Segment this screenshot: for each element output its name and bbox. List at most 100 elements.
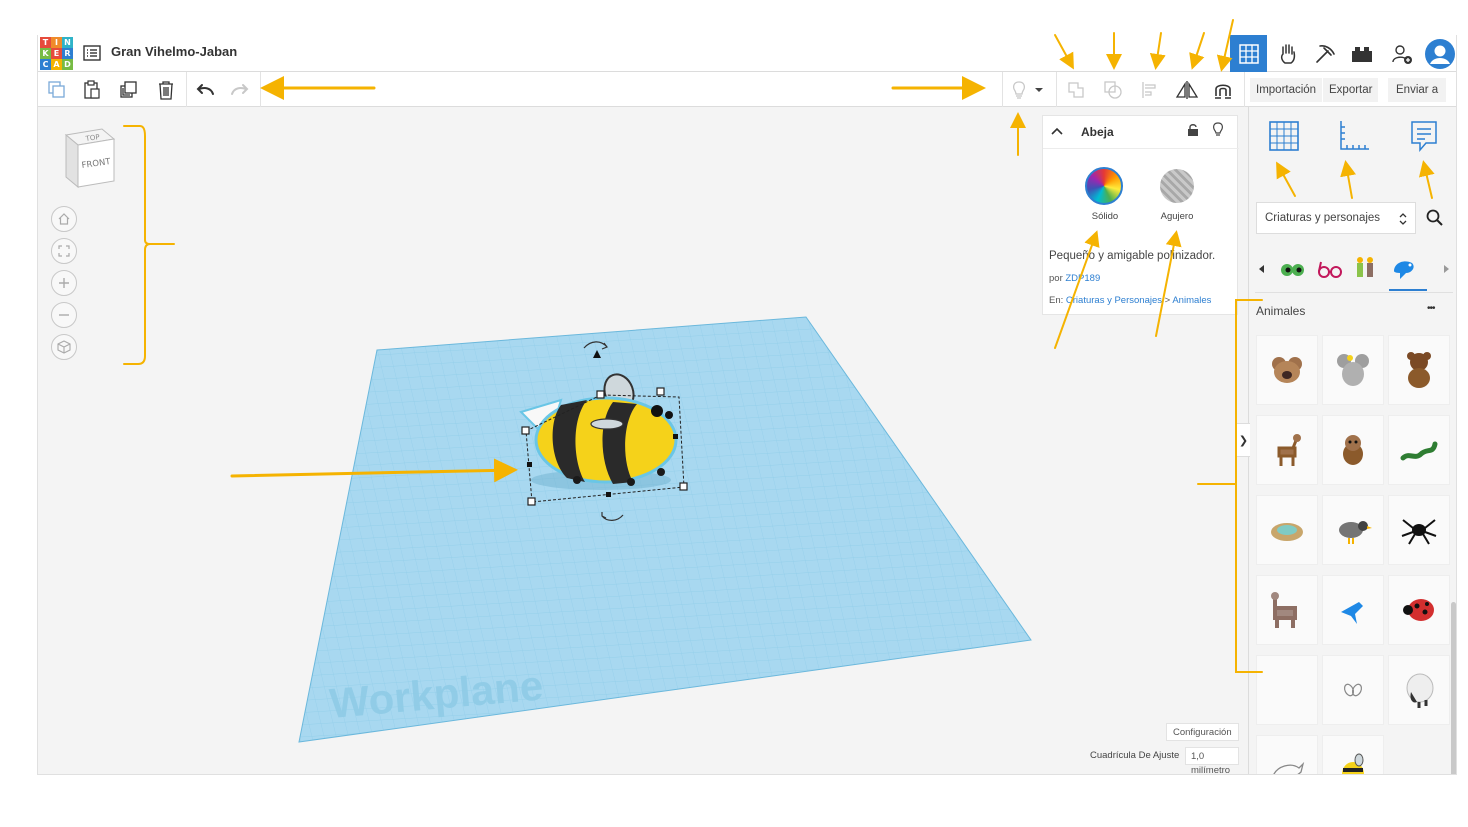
nav-3d-design[interactable]	[1230, 35, 1267, 72]
shape-tile-empty[interactable]	[1256, 655, 1318, 725]
more-options-icon[interactable]: •••	[1427, 303, 1435, 314]
show-all-button[interactable]	[1004, 76, 1034, 104]
undo-icon	[196, 84, 214, 95]
search-icon	[1426, 209, 1443, 226]
logo-letter: K	[40, 48, 51, 59]
delete-button[interactable]	[151, 76, 181, 104]
shape-tile-blue-bird[interactable]	[1322, 575, 1384, 645]
settings-button[interactable]: Configuración	[1166, 723, 1239, 741]
shape-name[interactable]: Abeja	[1081, 125, 1114, 139]
mirror-button[interactable]	[1172, 76, 1202, 104]
design-list-icon[interactable]	[83, 45, 101, 61]
copy-button[interactable]	[42, 76, 72, 104]
shape-tile-nest[interactable]	[1256, 495, 1318, 565]
snap-unit: milímetro	[1191, 765, 1231, 775]
snap-grid-label: Cuadrícula De Ajuste	[1090, 750, 1180, 761]
logo-letter: C	[40, 59, 51, 70]
solid-label[interactable]: Sólido	[1083, 211, 1127, 222]
shape-tile-llama[interactable]	[1256, 575, 1318, 645]
cruise-button[interactable]	[1208, 76, 1238, 104]
lock-icon[interactable]	[1187, 123, 1199, 137]
updown-chevron-icon	[1399, 213, 1407, 225]
animals-tab-icon[interactable]	[1390, 255, 1418, 283]
chevron-up-icon[interactable]	[1051, 127, 1063, 135]
snap-grid-select[interactable]: 1,0	[1185, 747, 1239, 765]
app-window: T I N K E R C A D Gran Vihelmo-Jaban Imp…	[37, 35, 1457, 775]
logo-letter: N	[62, 37, 73, 48]
nav-circuits[interactable]	[1269, 35, 1306, 72]
add-user-icon	[1391, 44, 1412, 64]
people-tab-icon[interactable]	[1353, 255, 1379, 283]
duplicate-icon	[120, 81, 137, 98]
shape-tile-dog[interactable]	[1322, 415, 1384, 485]
dropdown-icon	[1035, 88, 1043, 92]
align-button[interactable]	[1135, 76, 1165, 104]
shape-tile-sheep[interactable]	[1388, 655, 1450, 725]
shape-tile-wings[interactable]	[1322, 655, 1384, 725]
shape-tile-teddy-bear[interactable]	[1388, 335, 1450, 405]
ruler-view-icon[interactable]	[1337, 119, 1371, 153]
lightbulb-icon[interactable]	[1212, 122, 1224, 138]
category-prefix: En:	[1049, 295, 1064, 306]
mirror-icon	[1175, 81, 1199, 99]
shape-description: Pequeño y amigable polinizador.	[1049, 250, 1216, 262]
ungroup-button[interactable]	[1098, 76, 1128, 104]
glasses-tab-icon[interactable]	[1317, 257, 1343, 283]
eyes-tab-icon[interactable]	[1279, 257, 1305, 283]
undo-button[interactable]	[190, 76, 220, 104]
avatar-icon	[1424, 38, 1455, 69]
author-link[interactable]: ZDP189	[1065, 273, 1100, 284]
search-button[interactable]	[1419, 202, 1451, 234]
library-dropdown-value: Criaturas y personajes	[1265, 212, 1381, 224]
logo-letter: A	[51, 59, 62, 70]
category-separator: >	[1164, 295, 1171, 306]
brick-icon	[1351, 46, 1372, 62]
subcategory-link[interactable]: Animales	[1172, 295, 1211, 306]
shape-tile-fish-outline[interactable]	[1256, 735, 1318, 774]
shape-tile-deer[interactable]	[1256, 415, 1318, 485]
category-link[interactable]: Criaturas y Personajes	[1066, 295, 1162, 306]
redo-button[interactable]	[225, 76, 255, 104]
toolbar: Importación Exportar Enviar a	[38, 72, 1456, 107]
category-line: En: Criaturas y Personajes > Animales	[1049, 295, 1211, 306]
chevron-right-icon[interactable]	[1443, 265, 1449, 273]
shape-properties-panel: Abeja Sólido Agujero Pequeño y amigable …	[1042, 115, 1239, 315]
trash-icon	[159, 81, 173, 100]
shape-tile-koala[interactable]	[1322, 335, 1384, 405]
nav-profile[interactable]	[1421, 35, 1456, 72]
align-icon	[1142, 82, 1156, 98]
paste-icon	[84, 80, 100, 99]
nav-codeblocks[interactable]	[1306, 35, 1343, 72]
shape-tile-spider[interactable]	[1388, 495, 1450, 565]
logo-letter: E	[51, 48, 62, 59]
shape-tile-ladybug[interactable]	[1388, 575, 1450, 645]
workplane-view-icon[interactable]	[1267, 119, 1301, 153]
nav-invite[interactable]	[1383, 35, 1420, 72]
shape-tile-bee[interactable]	[1322, 735, 1384, 774]
hole-swatch[interactable]	[1160, 169, 1194, 203]
tinkercad-logo[interactable]: T I N K E R C A D	[40, 37, 73, 70]
duplicate-button[interactable]	[114, 76, 144, 104]
logo-letter: D	[62, 59, 73, 70]
notes-view-icon[interactable]	[1409, 119, 1439, 153]
export-button[interactable]: Exportar	[1323, 78, 1379, 102]
chevron-left-icon[interactable]	[1259, 265, 1265, 273]
group-button[interactable]	[1061, 76, 1091, 104]
send-to-button[interactable]: Enviar a	[1388, 78, 1447, 102]
paste-button[interactable]	[77, 76, 107, 104]
design-title[interactable]: Gran Vihelmo-Jaban	[111, 44, 237, 59]
nav-bricks[interactable]	[1343, 35, 1380, 72]
top-bar: T I N K E R C A D Gran Vihelmo-Jaban	[38, 35, 1456, 72]
collapse-panel-button[interactable]: ❯	[1236, 423, 1250, 457]
copy-icon	[48, 81, 65, 98]
shape-tile-koala-face[interactable]	[1256, 335, 1318, 405]
shape-tile-bird[interactable]	[1322, 495, 1384, 565]
solid-color-swatch[interactable]	[1085, 167, 1123, 205]
hole-label[interactable]: Agujero	[1153, 211, 1201, 222]
author-prefix: por	[1049, 273, 1063, 284]
library-dropdown[interactable]: Criaturas y personajes	[1256, 202, 1416, 234]
visibility-dropdown[interactable]	[1031, 76, 1047, 104]
scrollbar-thumb[interactable]	[1451, 602, 1456, 774]
shape-tile-snake[interactable]	[1388, 415, 1450, 485]
import-button[interactable]: Importación	[1250, 78, 1323, 102]
